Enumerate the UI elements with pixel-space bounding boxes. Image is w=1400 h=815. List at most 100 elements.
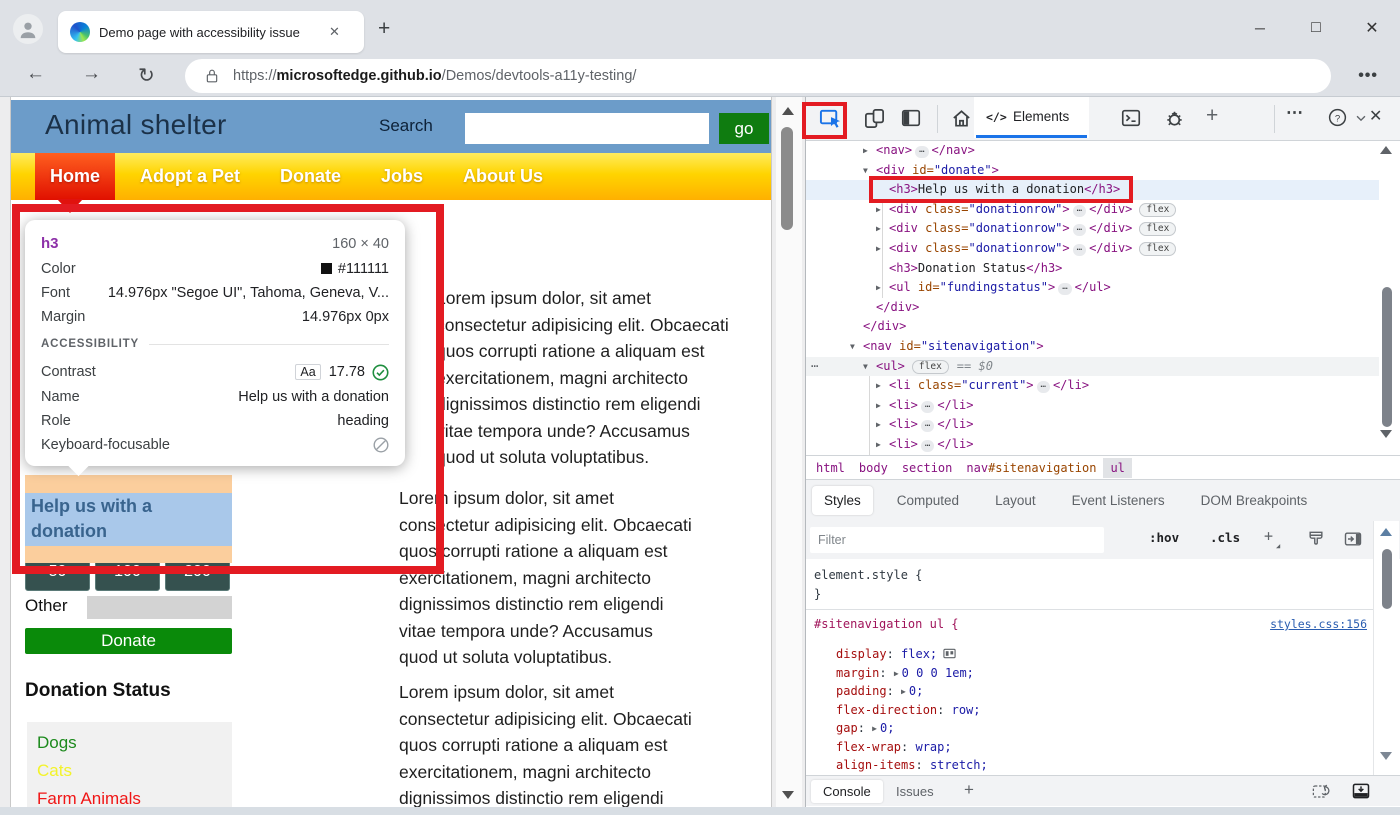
tab-dom-breakpoints[interactable]: DOM Breakpoints [1189,486,1320,515]
status-item[interactable]: Cats [37,761,72,781]
scroll-up-icon[interactable] [1380,146,1392,154]
breadcrumb-item[interactable]: body [852,458,895,478]
debugger-bug-icon[interactable] [1163,107,1186,130]
expand-arrow-icon[interactable]: ▶ [876,415,889,435]
breadcrumb-item[interactable]: nav#sitenavigation [959,458,1103,478]
flex-badge[interactable]: flex [912,360,949,374]
address-bar[interactable]: https://microsoftedge.github.io/Demos/de… [185,59,1331,93]
breadcrumb-item[interactable]: section [895,458,960,478]
toggle-hover-state[interactable]: :hov [1149,530,1179,545]
css-property[interactable]: flex-direction: row; [836,703,981,722]
home-icon[interactable] [950,107,973,130]
expand-arrow-icon[interactable]: ▶ [863,141,876,161]
chevron-down-icon[interactable] [1354,111,1368,125]
expand-arrow-icon[interactable]: ▶ [876,219,889,239]
inline-expand-icon[interactable]: … [915,146,928,158]
nav-item-jobs[interactable]: Jobs [366,153,438,200]
scroll-down-icon[interactable] [1380,752,1392,760]
add-panel-icon[interactable]: + [1206,104,1218,128]
page-scrollbar-thumb[interactable] [781,127,793,230]
dom-tree-row[interactable]: ▶<li>…</li> [806,415,1379,435]
collapse-arrow-icon[interactable]: ▼ [850,337,863,357]
device-emulation-icon[interactable] [863,107,886,130]
element-style-rule[interactable]: element.style { [814,568,922,582]
more-options-icon[interactable]: ⋯ [1286,103,1303,123]
tab-layout[interactable]: Layout [983,486,1048,515]
dom-scrollbar-thumb[interactable] [1382,287,1392,427]
inline-expand-icon[interactable]: … [1073,224,1086,236]
css-property[interactable]: display: flex; [836,647,956,666]
help-icon[interactable]: ? [1327,107,1348,128]
dom-tree-row[interactable]: </div> [806,317,1379,337]
css-property[interactable]: flex-wrap: wrap; [836,740,952,759]
scroll-down-icon[interactable] [1380,430,1392,438]
expand-arrow-icon[interactable]: ▶ [876,396,889,416]
minimize-button[interactable]: ─ [1232,20,1288,36]
back-button[interactable]: ← [26,63,45,85]
dom-tree-row[interactable]: ▶<li>…</li> [806,435,1379,455]
maximize-button[interactable]: □ [1288,19,1344,37]
stylesheet-source-link[interactable]: styles.css:156 [1270,617,1367,631]
status-item[interactable]: Dogs [37,733,77,753]
status-item[interactable]: Farm Animals [37,789,141,809]
profile-avatar[interactable] [13,14,43,44]
breadcrumb-item[interactable]: html [809,458,852,478]
expand-arrow-icon[interactable]: ▶ [876,278,889,298]
expand-shorthand-icon[interactable]: ▶ [894,669,899,678]
open-sidebar-icon[interactable] [1343,529,1363,549]
new-tab-button[interactable]: + [378,18,390,39]
dom-tree-row[interactable]: ▶<div class="donationrow">…</div>flex [806,239,1379,259]
dom-tree-row[interactable]: ▶<nav>…</nav> [806,141,1379,161]
dom-tree-row[interactable]: ▶<li class="current">…</li> [806,376,1379,396]
row-actions-ellipsis-icon[interactable]: ⋯ [811,357,817,377]
go-button[interactable]: go [719,113,769,144]
add-drawer-tab-icon[interactable]: + [964,780,974,800]
tab-computed[interactable]: Computed [885,486,971,515]
css-property[interactable]: align-items: stretch; [836,758,988,777]
flex-badge[interactable]: flex [1139,203,1176,217]
nav-item-about-us[interactable]: About Us [448,153,558,200]
breadcrumb-item[interactable]: ul [1103,458,1131,478]
inline-expand-icon[interactable]: … [1037,381,1050,393]
inline-expand-icon[interactable]: … [1073,244,1086,256]
inline-expand-icon[interactable]: … [921,420,934,432]
flex-badge[interactable]: flex [1139,222,1176,236]
search-input[interactable] [465,113,709,144]
expand-arrow-icon[interactable]: ▶ [876,435,889,455]
nav-item-donate[interactable]: Donate [265,153,356,200]
new-style-rule-icon[interactable]: +◢ [1264,527,1273,545]
styles-scrollbar-thumb[interactable] [1382,549,1392,609]
css-property[interactable]: padding: ▶0; [836,684,923,703]
dom-tree-row[interactable]: ▶<li>…</li> [806,396,1379,416]
scroll-up-icon[interactable] [1380,528,1392,536]
dom-tree-row[interactable]: </div> [806,298,1379,318]
css-rule-selector[interactable]: #sitenavigation ul { [814,617,959,631]
expand-shorthand-icon[interactable]: ▶ [872,724,877,733]
dom-tree-row[interactable]: ⋯▼<ul>flex== $0 [806,357,1379,377]
tab-styles[interactable]: Styles [812,486,873,515]
restore-drawer-icon[interactable] [1311,782,1330,801]
other-amount-input[interactable] [87,596,232,619]
expand-shorthand-icon[interactable]: ▶ [901,687,906,696]
console-panel-icon[interactable] [1120,107,1142,129]
refresh-button[interactable]: ↻ [138,63,155,88]
rendering-emulation-icon[interactable] [1306,529,1326,549]
tab-event-listeners[interactable]: Event Listeners [1060,486,1177,515]
dom-tree-row[interactable]: <h3>Donation Status</h3> [806,259,1379,279]
nav-item-home[interactable]: Home [35,153,115,200]
tab-issues[interactable]: Issues [896,784,934,799]
expand-arrow-icon[interactable]: ▶ [876,239,889,259]
forward-button[interactable]: → [82,63,101,85]
expand-quick-view-icon[interactable] [1351,781,1371,801]
tab-console[interactable]: Console [811,780,883,803]
dock-side-icon[interactable] [900,107,922,129]
browser-tab[interactable]: Demo page with accessibility issue ✕ [58,11,364,53]
close-devtools-icon[interactable]: ✕ [1369,106,1382,126]
inline-expand-icon[interactable]: … [921,440,934,452]
css-property[interactable]: margin: ▶0 0 0 1em; [836,666,974,685]
browser-menu-icon[interactable]: ••• [1358,67,1378,85]
close-button[interactable]: ✕ [1344,18,1400,38]
flex-badge[interactable]: flex [1139,242,1176,256]
inline-expand-icon[interactable]: … [1058,283,1071,295]
tab-close-icon[interactable]: ✕ [329,24,340,40]
